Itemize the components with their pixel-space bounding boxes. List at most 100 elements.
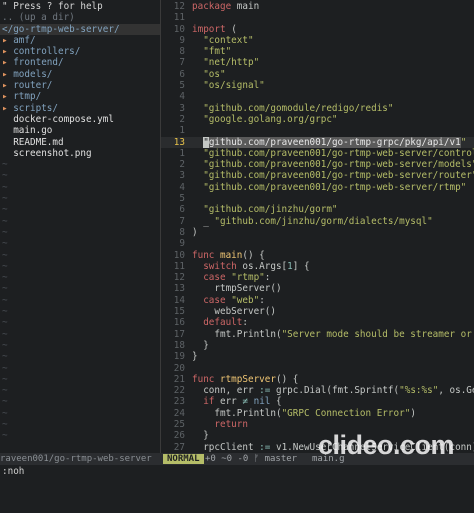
code-line[interactable]: 10 func main() { <box>161 250 474 261</box>
line-number: 8 <box>179 226 185 238</box>
line-number: 20 <box>173 362 185 374</box>
empty-line-marker: ~ <box>2 418 8 430</box>
tree-dir-item[interactable]: ▸ router/ <box>0 80 160 91</box>
command-line[interactable]: :noh <box>0 465 474 479</box>
code-editor[interactable]: 12 package main 11 10 import (9 "context" 8 "… <box>161 0 474 454</box>
line-number: 3 <box>179 102 185 114</box>
code-line[interactable]: 9 <box>161 238 474 249</box>
tree-root-dir[interactable]: </go-rtmp-web-server/ <box>0 23 160 35</box>
code-line[interactable]: 14 case "web": <box>161 295 474 306</box>
code-token: rtmpServer <box>214 373 276 385</box>
code-line[interactable]: 8 "fmt" <box>161 46 474 57</box>
tree-dir-item[interactable]: ▸ controllers/ <box>0 46 160 57</box>
line-number: 6 <box>179 204 185 216</box>
empty-line-marker: ~ <box>2 238 8 250</box>
code-line[interactable]: 9 "context" <box>161 35 474 46</box>
code-line[interactable]: 5 <box>161 193 474 204</box>
tree-file-item[interactable]: main.go <box>0 125 160 136</box>
code-line[interactable]: 12 case "rtmp": <box>161 272 474 283</box>
code-line[interactable]: 7 "net/http" <box>161 57 474 68</box>
tree-file-item[interactable]: docker-compose.yml <box>0 114 160 125</box>
empty-line-marker: ~ <box>2 272 8 284</box>
code-token: func <box>192 249 215 261</box>
code-token: "web" <box>225 294 260 306</box>
tree-dir-item[interactable]: ▸ models/ <box>0 69 160 80</box>
code-line[interactable]: 23 if err ≠ nil { <box>161 396 474 407</box>
code-line[interactable]: 11 <box>161 12 474 23</box>
code-token: webServer() <box>192 306 276 318</box>
line-number: 19 <box>173 351 185 363</box>
file-tree-panel[interactable]: " Press ? for help .. (up a dir) </go-rt… <box>0 0 160 454</box>
code-line[interactable]: 16 default: <box>161 317 474 328</box>
code-line[interactable]: 18 } <box>161 340 474 351</box>
line-number: 13 <box>173 136 185 148</box>
tree-dir-item[interactable]: ▸ frontend/ <box>0 57 160 68</box>
code-line[interactable]: 15 webServer() <box>161 306 474 317</box>
tree-file-item[interactable]: README.md <box>0 137 160 148</box>
code-line[interactable]: 6 "github.com/jinzhu/gorm" <box>161 204 474 215</box>
code-line[interactable]: 24 fmt.Println("GRPC Connection Error") <box>161 408 474 419</box>
code-token: os.Args[ <box>236 260 288 272</box>
code-token: "%s:%s" <box>399 385 439 397</box>
code-line[interactable]: 3 "github.com/gomodule/redigo/redis" <box>161 103 474 114</box>
code-token: } <box>192 339 209 351</box>
tree-up-dir[interactable]: .. (up a dir) <box>0 12 160 23</box>
code-line[interactable]: 4 <box>161 91 474 102</box>
code-line[interactable]: 1 <box>161 125 474 136</box>
code-line[interactable]: 5 "os/signal" <box>161 80 474 91</box>
line-number: 9 <box>179 238 185 250</box>
empty-line-marker: ~ <box>2 294 8 306</box>
line-number: 13 <box>173 283 185 295</box>
code-line[interactable]: 8) <box>161 227 474 238</box>
code-token: , os.Getenv( <box>438 385 474 397</box>
code-token: nil <box>248 396 271 408</box>
tree-file-item[interactable]: screenshot.png <box>0 148 160 159</box>
code-line[interactable]: 6 "os" <box>161 69 474 80</box>
code-line[interactable]: 19} <box>161 351 474 362</box>
code-line[interactable]: 12 package main <box>161 1 474 12</box>
empty-line-marker: ~ <box>2 170 8 182</box>
line-number: 9 <box>179 34 185 46</box>
code-line[interactable]: 25 return <box>161 419 474 430</box>
code-token: () { <box>275 373 299 385</box>
code-line[interactable]: 1 "github.com/praveen001/go-rtmp-web-ser… <box>161 148 474 159</box>
code-token: "fmt" <box>192 46 232 58</box>
line-number: 15 <box>173 306 185 318</box>
line-number: 25 <box>173 418 185 430</box>
code-token: "os" <box>192 68 226 80</box>
code-line[interactable]: 11 switch os.Args[1] { <box>161 261 474 272</box>
code-line[interactable]: 3 "github.com/praveen001/go-rtmp-web-ser… <box>161 170 474 181</box>
empty-line-marker: ~ <box>2 159 8 171</box>
tree-item-label: models/ <box>7 68 53 80</box>
code-line[interactable]: 21 func rtmpServer() { <box>161 374 474 385</box>
code-line[interactable]: 20 <box>161 363 474 374</box>
empty-line-marker: ~ <box>2 306 8 318</box>
tree-help-hint: " Press ? for help <box>2 1 103 12</box>
line-number: 4 <box>179 91 185 103</box>
code-line-current[interactable]: 13 "github.com/praveen001/go-rtmp-grpc/p… <box>161 136 474 148</box>
line-number: 1 <box>179 125 185 137</box>
code-token: "GRPC Connection Error" <box>281 407 411 419</box>
code-token: : <box>264 272 271 284</box>
code-line[interactable]: 10 import ( <box>161 24 474 35</box>
code-token: fmt.Println( <box>192 328 282 340</box>
line-number: 3 <box>179 170 185 182</box>
empty-line-marker: ~ <box>2 226 8 238</box>
code-line[interactable]: 17 fmt.Println("Server mode should be st… <box>161 329 474 340</box>
code-line[interactable]: 7 _ "github.com/jinzhu/gorm/dialects/mys… <box>161 216 474 227</box>
code-line[interactable]: 4 "github.com/praveen001/go-rtmp-web-ser… <box>161 182 474 193</box>
empty-line-marker: ~ <box>2 317 8 329</box>
code-token: "context" <box>192 34 254 46</box>
code-line[interactable]: 2 "github.com/praveen001/go-rtmp-web-ser… <box>161 159 474 170</box>
line-number: 11 <box>173 12 185 24</box>
tree-dir-item[interactable]: ▸ scripts/ <box>0 103 160 114</box>
code-line[interactable]: 13 rtmpServer() <box>161 283 474 294</box>
empty-line-marker: ~ <box>2 362 8 374</box>
code-line[interactable]: 2 "google.golang.org/grpc" <box>161 114 474 125</box>
git-branch-status: +0 ~0 -0 ᚠ master <box>205 454 298 464</box>
code-line[interactable]: 22 conn, err := grpc.Dial(fmt.Sprintf("%… <box>161 385 474 396</box>
code-token: "github.com/gomodule/redigo/redis" <box>192 102 394 114</box>
tree-dir-item[interactable]: ▸ rtmp/ <box>0 91 160 102</box>
tree-dir-item[interactable]: ▸ amf/ <box>0 35 160 46</box>
line-number: 2 <box>179 159 185 171</box>
